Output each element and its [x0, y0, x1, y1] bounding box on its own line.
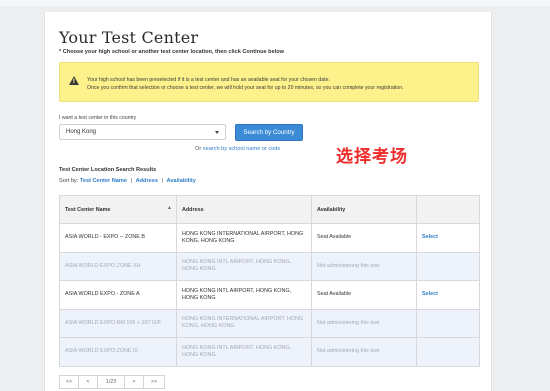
- sort-by-availability-link[interactable]: Availability: [167, 178, 196, 184]
- next-page-button[interactable]: >: [124, 375, 144, 389]
- page-title: Your Test Center: [59, 28, 199, 47]
- column-header-address[interactable]: Address: [176, 195, 312, 224]
- column-header-action: [416, 195, 480, 224]
- results-table: Test Center Name ▲ Address Availability …: [59, 195, 480, 367]
- sort-by-label: Sort by:: [59, 178, 79, 184]
- column-header-availability[interactable]: Availability: [311, 195, 417, 224]
- warning-icon: [69, 76, 79, 85]
- test-center-name: ASIA WORLD EXPO ZONE XH: [59, 251, 177, 281]
- chevron-down-icon: [215, 131, 219, 134]
- page-indicator: 1/23: [97, 375, 125, 389]
- test-center-address: HONG KONG INTL AIRPORT, HONG KONG, HONG …: [176, 337, 312, 367]
- test-center-address: HONG KONG INTERNATIONAL AIRPORT, HONG KO…: [176, 223, 312, 253]
- sort-by-bar: Sort by: Test Center Name | Address | Av…: [59, 178, 196, 184]
- instruction-text: * Choose your high school or another tes…: [59, 49, 285, 55]
- pagination: << < 1/23 > >>: [59, 375, 165, 389]
- test-center-panel: Your Test Center * Choose your high scho…: [44, 12, 492, 391]
- test-center-address: HONG KONG INTL AIRPORT, HONG KONG, HONG …: [176, 251, 312, 281]
- sort-separator: |: [130, 178, 133, 184]
- prev-page-button[interactable]: <: [78, 375, 98, 389]
- table-row: ASIA WORLD EXPO ZONE XH HONG KONG INTL A…: [59, 251, 480, 281]
- availability-status: Not administering this test: [311, 251, 417, 281]
- test-center-name: ASIA WORLD EXPO RM 106 + 107 G/F: [59, 308, 177, 338]
- first-page-button[interactable]: <<: [59, 375, 79, 389]
- info-alert: Your high school has been preselected if…: [59, 62, 479, 102]
- alert-line-2: Once you confirm that selection or choos…: [87, 85, 404, 91]
- alert-line-1: Your high school has been preselected if…: [87, 77, 330, 83]
- action-cell: [416, 308, 480, 338]
- sort-asc-icon: ▲: [167, 205, 172, 211]
- table-row: ASIA WORLD EXPO ZONE I0 HONG KONG INTL A…: [59, 337, 480, 367]
- column-header-name-label: Test Center Name: [65, 206, 111, 213]
- country-select[interactable]: Hong Kong: [59, 124, 226, 140]
- availability-status: Not administering this test: [311, 308, 417, 338]
- or-search-line: Or search by school name or code: [195, 146, 281, 152]
- select-link[interactable]: Select: [422, 291, 438, 297]
- availability-status: Seat Available: [311, 280, 417, 310]
- last-page-button[interactable]: >>: [143, 375, 165, 389]
- table-header-row: Test Center Name ▲ Address Availability: [59, 195, 480, 224]
- country-select-value: Hong Kong: [66, 129, 97, 135]
- sort-separator: |: [161, 178, 163, 184]
- overlay-annotation: 选择考场: [336, 147, 408, 167]
- table-row: ASIA WORLD EXPO - ZONE A HONG KONG INTL …: [59, 280, 480, 310]
- results-title: Test Center Location Search Results: [59, 167, 157, 173]
- or-prefix: Or: [195, 146, 202, 152]
- top-bar: [0, 0, 550, 6]
- test-center-address: HONG KONG INTERNATIONAL AIRPORT, HONG KO…: [176, 308, 312, 338]
- sort-by-name-link[interactable]: Test Center Name: [80, 178, 127, 184]
- availability-status: Not administering this test: [311, 337, 417, 367]
- table-row: ASIA WORLD - EXPO -- ZONE B HONG KONG IN…: [59, 223, 480, 253]
- table-row: ASIA WORLD EXPO RM 106 + 107 G/F HONG KO…: [59, 308, 480, 338]
- test-center-name: ASIA WORLD - EXPO -- ZONE B: [59, 223, 177, 253]
- test-center-name: ASIA WORLD EXPO - ZONE A: [59, 280, 177, 310]
- search-by-school-link[interactable]: search by school name or code: [203, 146, 281, 152]
- test-center-name: ASIA WORLD EXPO ZONE I0: [59, 337, 177, 367]
- availability-status: Seat Available: [311, 223, 417, 253]
- country-label: I want a test center in this country: [59, 115, 137, 121]
- test-center-address: HONG KONG INTL AIRPORT, HONG KONG, HONG …: [176, 280, 312, 310]
- search-by-country-button[interactable]: Search by Country: [235, 124, 303, 141]
- column-header-name[interactable]: Test Center Name ▲: [59, 195, 177, 224]
- select-link[interactable]: Select: [422, 234, 438, 240]
- action-cell: [416, 337, 480, 367]
- action-cell: [416, 251, 480, 281]
- sort-by-address-link[interactable]: Address: [136, 178, 158, 184]
